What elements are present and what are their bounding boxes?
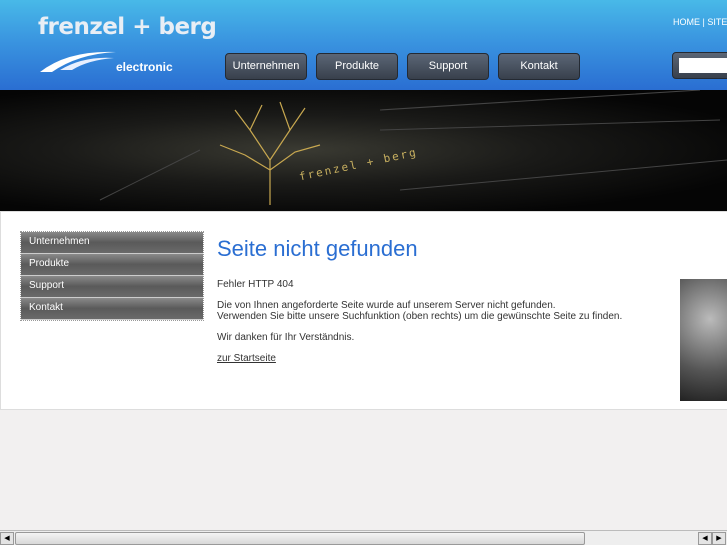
header: frenzel + berg electronic Unternehmen Pr… [0, 0, 727, 90]
nav-produkte[interactable]: Produkte [316, 53, 398, 80]
logo-swoosh-icon [40, 51, 116, 72]
side-nav: Unternehmen Produkte Support Kontakt [20, 231, 204, 321]
error-message: Die von Ihnen angeforderte Seite wurde a… [217, 300, 556, 311]
scroll-right-icon[interactable]: ▶ [712, 532, 726, 545]
home-link[interactable]: zur Startseite [217, 353, 276, 364]
logo-subtitle: electronic [116, 60, 173, 74]
sidebar-item-unternehmen[interactable]: Unternehmen [21, 232, 203, 254]
nav-support[interactable]: Support [407, 53, 489, 80]
banner-image: frenzel + berg [0, 90, 727, 211]
nav-unternehmen[interactable]: Unternehmen [225, 53, 307, 80]
error-code: Fehler HTTP 404 [217, 279, 294, 290]
content-area: Unternehmen Produkte Support Kontakt Sei… [0, 211, 727, 410]
search-hint: Verwenden Sie bitte unsere Suchfunktion … [217, 311, 623, 322]
search-input[interactable] [679, 58, 727, 73]
sidebar-item-kontakt[interactable]: Kontakt [21, 298, 203, 320]
circuit-tree-icon [99, 90, 727, 205]
scroll-left-icon[interactable]: ◀ [698, 532, 712, 545]
page-title: Seite nicht gefunden [217, 236, 418, 261]
logo[interactable]: frenzel + berg [38, 14, 217, 40]
top-links[interactable]: HOME | SITE [673, 17, 727, 27]
scroll-left-icon[interactable]: ◀ [0, 532, 14, 545]
scrollbar-thumb[interactable] [15, 532, 585, 545]
search-box [672, 52, 727, 79]
thanks-text: Wir danken für Ihr Verständnis. [217, 332, 355, 343]
horizontal-scrollbar[interactable]: ◀ ◀ ▶ [0, 530, 727, 545]
sidebar-item-support[interactable]: Support [21, 276, 203, 298]
nav-kontakt[interactable]: Kontakt [498, 53, 580, 80]
sidebar-item-produkte[interactable]: Produkte [21, 254, 203, 276]
network-photo [680, 279, 727, 401]
